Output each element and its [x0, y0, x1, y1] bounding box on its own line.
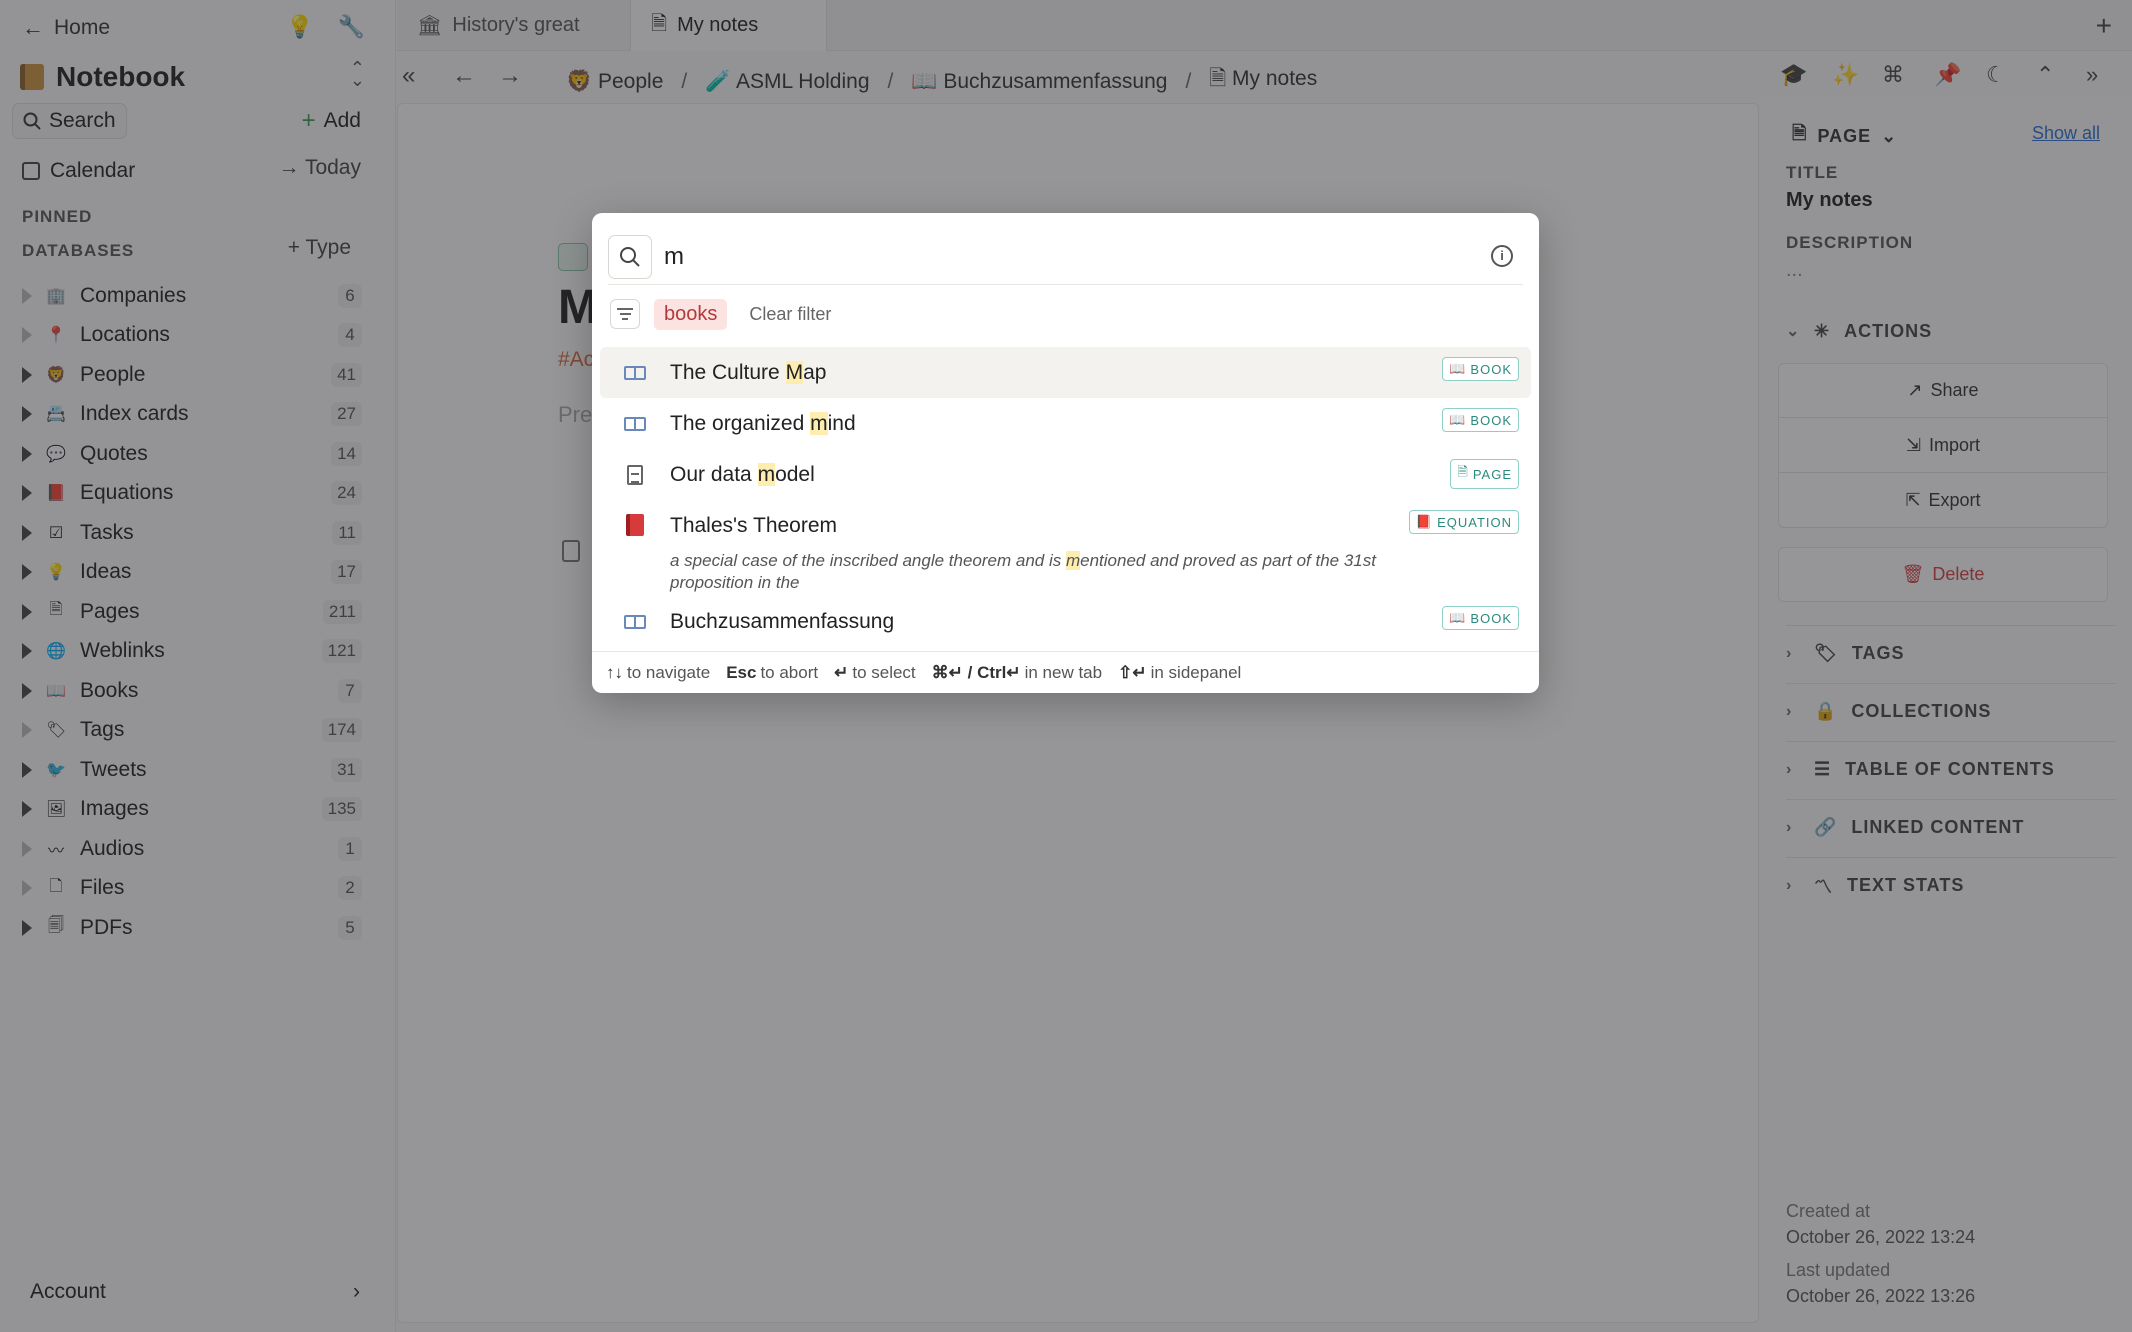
hint-select: ↵ to select: [834, 663, 916, 683]
page-icon: [627, 464, 643, 485]
search-palette: i books Clear filter The Culture Map 📖BO…: [592, 213, 1539, 693]
result-title-text: odel: [775, 462, 815, 486]
result-title-text: ind: [827, 411, 856, 435]
type-badge: 📖 BOOK: [1442, 408, 1519, 432]
page-icon: 🗎: [1457, 464, 1469, 479]
result-title: Thales's Theorem: [670, 514, 838, 537]
hint-sidepanel: ⇧↵ in sidepanel: [1118, 663, 1241, 683]
result-title: The Culture Map: [670, 360, 827, 385]
type-badge: 📕 EQUATION: [1408, 510, 1519, 534]
palette-search-input[interactable]: [664, 237, 1424, 277]
filter-icon[interactable]: [610, 299, 640, 329]
hint-text: to abort: [760, 662, 819, 682]
result-title: The organized mind: [670, 411, 856, 436]
match-highlight: M: [785, 360, 804, 384]
book-icon: 📖: [1449, 361, 1467, 376]
clear-filter-button[interactable]: Clear filter: [749, 304, 831, 325]
book-icon: 📖: [1449, 610, 1467, 625]
result-title-text: ap: [803, 360, 827, 384]
hint-text: to navigate: [627, 662, 711, 682]
result-item[interactable]: Thales's Theorem a special case of the i…: [600, 500, 1531, 596]
book-icon: [624, 416, 646, 431]
result-title: Buchzusammenfassung: [670, 609, 895, 633]
hint-key: ⇧↵: [1118, 662, 1147, 682]
hint-key: ↵: [834, 662, 849, 682]
search-icon: [608, 235, 652, 279]
equation-icon: [626, 514, 644, 536]
hint-key: Esc: [726, 662, 757, 682]
result-title-text: Our data: [670, 462, 758, 486]
badge-label: BOOK: [1470, 610, 1512, 626]
filter-row: books Clear filter: [610, 297, 831, 331]
hint-new-tab: ⌘↵ / Ctrl↵ in new tab: [932, 663, 1102, 683]
result-list: The Culture Map 📖 BOOK The organized mind…: [600, 347, 1531, 647]
type-badge: 📖 BOOK: [1442, 606, 1519, 630]
result-snippet: a special case of the inscribed angle th…: [670, 550, 1390, 594]
badge-label: BOOK: [1470, 412, 1512, 428]
type-badge: 📖 BOOK: [1442, 357, 1519, 381]
match-highlight: m: [810, 411, 828, 435]
book-icon: 📖: [1449, 412, 1467, 427]
palette-search-bar: i: [608, 227, 1523, 285]
hint-key: ⌘↵ / Ctrl↵: [931, 662, 1021, 682]
hint-text: in sidepanel: [1150, 662, 1242, 682]
result-title-text: The Culture: [670, 360, 786, 384]
badge-label: PAGE: [1472, 466, 1512, 482]
match-highlight: m: [757, 462, 776, 486]
hint-text: in new tab: [1024, 662, 1103, 682]
result-item[interactable]: Our data model 🗎 PAGE: [600, 449, 1531, 500]
result-title-text: The organized: [670, 411, 811, 435]
match-highlight: m: [1065, 551, 1081, 570]
keyboard-hints: ↑↓ to navigate Esc to abort ↵ to select ⌘↵ …: [592, 651, 1539, 693]
info-icon[interactable]: i: [1491, 245, 1513, 267]
filter-chip[interactable]: books: [654, 298, 728, 330]
hint-abort: Esc to abort: [726, 663, 818, 683]
red-book-icon: 📕: [1415, 514, 1434, 529]
book-icon: [624, 365, 646, 380]
hint-text: to select: [852, 662, 916, 682]
hint-key: ↑↓: [606, 662, 623, 682]
snippet-text: a special case of the inscribed angle th…: [670, 551, 1066, 570]
result-item[interactable]: The Culture Map 📖 BOOK: [600, 347, 1531, 398]
badge-label: BOOK: [1470, 361, 1512, 377]
hint-navigate: ↑↓ to navigate: [606, 663, 710, 683]
result-item[interactable]: Buchzusammenfassung 📖 BOOK: [600, 596, 1531, 647]
badge-label: EQUATION: [1437, 514, 1512, 530]
result-title: Our data model: [670, 462, 815, 487]
result-item[interactable]: The organized mind 📖 BOOK: [600, 398, 1531, 449]
type-badge: 🗎 PAGE: [1450, 459, 1519, 489]
book-icon: [624, 614, 646, 629]
